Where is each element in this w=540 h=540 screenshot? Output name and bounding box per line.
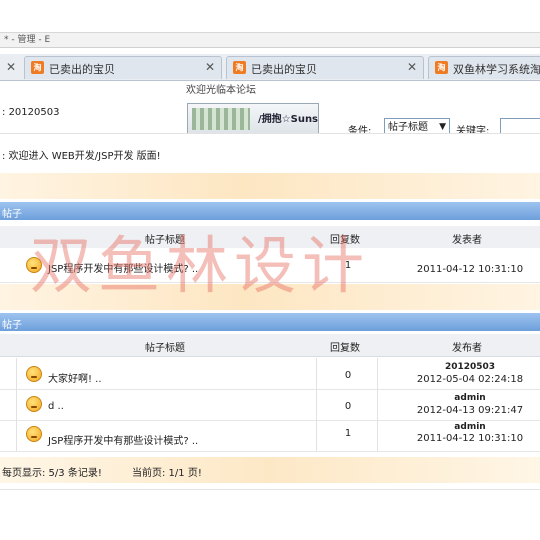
column-divider [316,358,317,451]
address-fragment-bar: * - 管理 - E [0,32,540,48]
tab-sold-items-1[interactable]: 淘 已卖出的宝贝 ✕ [24,56,222,79]
col-title: 帖子标题 [145,343,185,354]
taobao-favicon-icon: 淘 [435,61,448,74]
post-title-link[interactable]: JSP程序开发中有那些设计模式? .. [48,432,198,447]
emoticon-icon [26,426,42,442]
tab-sold-items-2[interactable]: 淘 已卖出的宝贝 ✕ [226,56,424,79]
col-author: 发表者 [452,235,482,246]
emoticon-icon [26,257,42,273]
decorative-band [0,173,540,199]
post-date: 2012-04-13 09:21:47 [416,405,524,416]
current-user: : 20120503 [2,107,59,118]
column-divider [16,358,17,451]
reply-count: 1 [344,260,352,271]
post-date: 2011-04-12 10:31:10 [416,264,524,275]
post-author: admin [454,422,486,432]
emoticon-icon [26,396,42,412]
condition-value: 帖子标题 [388,122,428,133]
taobao-favicon-icon: 淘 [233,61,246,74]
forum-page: 欢迎光临本论坛 : 20120503 条件: 帖子标题 ▼ 关键字: /拥抱☆S… [0,81,540,540]
tab-title: 已卖出的宝贝 [251,63,317,76]
col-title: 帖子标题 [145,235,185,246]
username: 20120503 [8,107,60,118]
board-notice: : 欢迎进入 WEB开发/JSP开发 版面! [0,133,540,172]
post-title-link[interactable]: 大家好啊! .. [48,370,102,385]
pagination-bar: 每页显示: 5/3 条记录! 当前页: 1/1 页! [0,457,540,483]
close-icon[interactable]: ✕ [205,60,215,74]
post-title-link[interactable]: JSP程序开发中有那些设计模式? .. [48,260,198,275]
table-row[interactable]: JSP程序开发中有那些设计模式? .. 1 2011-04-12 10:31:1… [0,248,540,283]
tab-study-system[interactable]: 淘 双鱼林学习系统淘宝 [428,56,540,79]
tab-0-close-icon[interactable]: ✕ [6,60,16,74]
section2-title: 帖子 [2,320,22,331]
section2-header: 帖子 [0,313,540,331]
col-replies: 回复数 [330,235,360,246]
taobao-favicon-icon: 淘 [31,61,44,74]
reply-count: 0 [344,370,352,381]
section1-header: 帖子 [0,202,540,220]
user-prefix: : [2,107,6,118]
section2-column-header: 帖子标题 回复数 发布者 [0,334,540,357]
section1-title: 帖子 [2,209,22,220]
close-icon[interactable]: ✕ [407,60,417,74]
col-author: 发布者 [452,343,482,354]
section1-column-header: 帖子标题 回复数 发表者 [0,226,540,249]
page-size-info: 每页显示: 5/3 条记录! [2,468,102,479]
welcome-title: 欢迎光临本论坛 [186,85,256,96]
thumbnail-caption: /拥抱☆Suns [258,114,319,125]
post-author: 20120503 [444,362,496,372]
column-divider [377,358,378,451]
browser-tab-bar: ✕ 淘 已卖出的宝贝 ✕ 淘 已卖出的宝贝 ✕ 淘 双鱼林学习系统淘宝 [0,54,540,81]
tab-title: 双鱼林学习系统淘宝 [453,63,540,76]
tab-title: 已卖出的宝贝 [49,63,115,76]
reply-count: 1 [344,428,352,439]
emoticon-icon [26,366,42,382]
post-author: admin [454,393,486,403]
table-row[interactable]: JSP程序开发中有那些设计模式? .. 1 admin 2011-04-12 1… [0,421,540,452]
top-strip: * - 管理 - E [0,0,540,50]
post-date: 2011-04-12 10:31:10 [416,433,524,444]
thumbnail-image [192,108,250,130]
table-row[interactable]: d .. 0 admin 2012-04-13 09:21:47 [0,390,540,421]
reply-count: 0 [344,401,352,412]
col-replies: 回复数 [330,343,360,354]
current-page-info: 当前页: 1/1 页! [132,468,202,479]
decorative-band [0,284,540,310]
table-row[interactable]: 大家好啊! .. 0 20120503 2012-05-04 02:24:18 [0,358,540,390]
divider [0,489,540,490]
post-date: 2012-05-04 02:24:18 [416,374,524,385]
post-title-link[interactable]: d .. [48,401,64,412]
notice-text: : 欢迎进入 WEB开发/JSP开发 版面! [2,151,161,162]
address-fragment: * - 管理 - E [4,35,51,45]
hover-preview-thumbnail: /拥抱☆Suns [187,103,319,135]
